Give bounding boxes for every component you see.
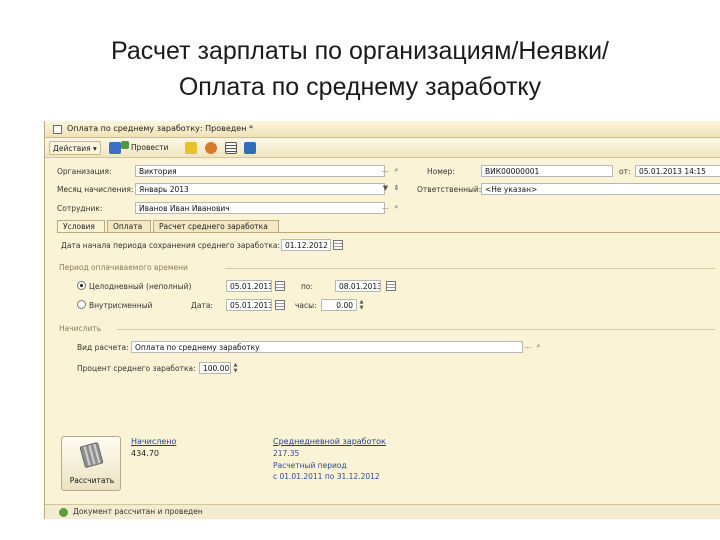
organization-field[interactable]: Виктория: [135, 165, 385, 177]
number-label: Номер:: [427, 167, 455, 176]
actions-menu-button[interactable]: Действия ▾: [49, 141, 101, 155]
percent-field[interactable]: 100.00: [199, 362, 231, 374]
organization-choose-button[interactable]: …: [380, 165, 391, 177]
responsible-label: Ответственный:: [417, 185, 482, 194]
calc-type-field[interactable]: Оплата по среднему заработку: [131, 341, 523, 353]
structure-icon[interactable]: [244, 142, 256, 154]
days-option-label[interactable]: Целодневный (неполный): [89, 282, 191, 291]
accrue-section-title: Начислить: [59, 324, 102, 333]
start-date-field[interactable]: 01.12.2012: [281, 239, 331, 251]
help-icon[interactable]: [205, 142, 217, 154]
status-bar: Документ рассчитан и проведен: [45, 504, 720, 519]
period-separator: [225, 268, 715, 269]
date-field[interactable]: 05.01.2013 14:15: [635, 165, 720, 177]
average-earnings-value: 217.35: [273, 449, 300, 458]
period-value: с 01.01.2011 по 31.12.2012: [273, 472, 380, 481]
intraday-date-label: Дата:: [191, 301, 213, 310]
accrued-value: 434.70: [131, 449, 159, 458]
percent-stepper[interactable]: ▲ ▼: [232, 362, 239, 374]
status-ok-icon: [59, 508, 68, 517]
intraday-option-label[interactable]: Внутрисменный: [89, 301, 153, 310]
slide-title-line1: Расчет зарплаты по организациям/Неявки/: [111, 37, 609, 65]
search-icon[interactable]: ⌕: [391, 165, 402, 177]
hours-stepper[interactable]: ▲ ▼: [358, 299, 365, 311]
month-label: Месяц начисления:: [57, 185, 134, 194]
post-icon: [121, 141, 129, 149]
toolbar: Действия ▾ Провести: [45, 138, 720, 158]
to-label: по:: [301, 282, 314, 291]
document-icon: [53, 125, 62, 134]
document-window: Оплата по среднему заработку: Проведен *…: [44, 121, 720, 519]
month-field[interactable]: Январь 2013: [135, 183, 385, 195]
days-to-calendar-icon[interactable]: [386, 281, 396, 291]
days-from-field[interactable]: 05.01.2013: [226, 280, 272, 292]
tab-divider: [57, 232, 720, 233]
hours-label: часы:: [295, 301, 317, 310]
calendar-icon[interactable]: [333, 240, 343, 250]
chevron-down-icon[interactable]: ▼: [380, 183, 391, 195]
days-to-field[interactable]: 08.01.2013: [335, 280, 381, 292]
period-section-title: Период оплачиваемого времени: [59, 263, 188, 272]
employee-field[interactable]: Иванов Иван Иванович: [135, 202, 385, 214]
calc-type-search-icon[interactable]: ⌕: [533, 341, 544, 353]
slide-title-line2: Оплата по среднему заработку: [178, 73, 542, 101]
accrue-separator: [117, 329, 715, 330]
average-earnings-link[interactable]: Среднедневной заработок: [273, 437, 386, 446]
days-radio[interactable]: [77, 281, 86, 290]
employee-label: Сотрудник:: [57, 204, 103, 213]
days-from-calendar-icon[interactable]: [275, 281, 285, 291]
month-spin-icon[interactable]: ⇕: [391, 183, 402, 195]
window-titlebar: Оплата по среднему заработку: Проведен *: [45, 121, 720, 138]
calculator-icon: [79, 441, 104, 469]
calculate-label: Рассчитать: [69, 476, 115, 485]
responsible-field[interactable]: <Не указан>: [481, 183, 720, 195]
status-text: Документ рассчитан и проведен: [73, 507, 203, 516]
hours-field[interactable]: 0.00: [321, 299, 357, 311]
calculate-button[interactable]: Рассчитать: [61, 436, 121, 491]
intraday-calendar-icon[interactable]: [275, 300, 285, 310]
percent-label: Процент среднего заработка:: [77, 364, 196, 373]
calc-type-label: Вид расчета:: [77, 343, 129, 352]
date-label: от:: [619, 167, 631, 176]
intraday-radio[interactable]: [77, 300, 86, 309]
back-arrow-icon[interactable]: [109, 142, 121, 154]
start-date-label: Дата начала периода сохранения среднего …: [61, 241, 281, 250]
accrued-link[interactable]: Начислено: [131, 437, 176, 446]
period-label: Расчетный период: [273, 461, 347, 470]
window-title: Оплата по среднему заработку: Проведен *: [67, 124, 253, 133]
intraday-date-field[interactable]: 05.01.2013: [226, 299, 272, 311]
save-icon[interactable]: [185, 142, 197, 154]
organization-label: Организация:: [57, 167, 112, 176]
employee-search-icon[interactable]: ⌕: [391, 202, 402, 214]
calc-type-choose-button[interactable]: …: [522, 341, 533, 353]
number-field[interactable]: ВИК00000001: [481, 165, 613, 177]
printer-icon[interactable]: [225, 142, 237, 154]
employee-choose-button[interactable]: …: [380, 202, 391, 214]
post-button[interactable]: Провести: [131, 141, 173, 155]
